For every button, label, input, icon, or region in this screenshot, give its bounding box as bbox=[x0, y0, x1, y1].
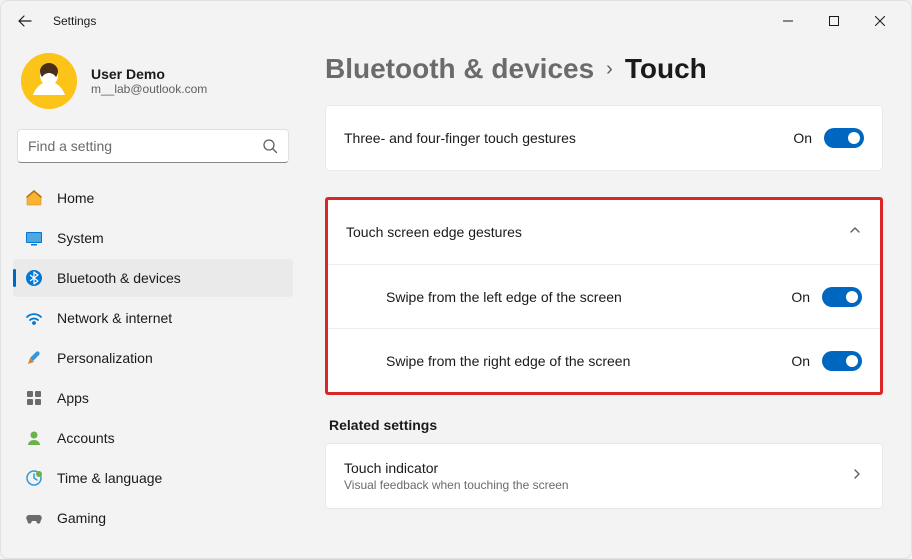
sidebar-item-bluetooth[interactable]: Bluetooth & devices bbox=[13, 259, 293, 297]
window-title: Settings bbox=[53, 14, 96, 28]
sidebar-item-accounts[interactable]: Accounts bbox=[13, 419, 293, 457]
sidebar-item-time[interactable]: Time & language bbox=[13, 459, 293, 497]
sidebar-item-system[interactable]: System bbox=[13, 219, 293, 257]
personalization-icon bbox=[25, 349, 43, 367]
toggle-status: On bbox=[791, 353, 810, 369]
breadcrumb-parent[interactable]: Bluetooth & devices bbox=[325, 53, 594, 85]
profile-name: User Demo bbox=[91, 66, 207, 82]
gestures-three-four-card: Three- and four-finger touch gestures On bbox=[325, 105, 883, 171]
time-icon bbox=[25, 469, 43, 487]
search-icon bbox=[262, 138, 278, 154]
maximize-icon bbox=[829, 16, 839, 26]
title-bar: Settings bbox=[1, 1, 911, 41]
page-title: Touch bbox=[625, 53, 707, 85]
related-settings-heading: Related settings bbox=[329, 417, 883, 433]
chevron-up-icon bbox=[848, 223, 862, 242]
toggle-status: On bbox=[793, 130, 812, 146]
setting-label: Touch indicator bbox=[344, 460, 850, 476]
sidebar-item-gaming[interactable]: Gaming bbox=[13, 499, 293, 537]
sidebar-item-label: Accounts bbox=[57, 430, 115, 446]
home-icon bbox=[25, 189, 43, 207]
gaming-icon bbox=[25, 509, 43, 527]
sidebar-item-label: Apps bbox=[57, 390, 89, 406]
toggle-status: On bbox=[791, 289, 810, 305]
sidebar-item-label: Home bbox=[57, 190, 94, 206]
close-button[interactable] bbox=[857, 5, 903, 37]
sidebar-item-label: Personalization bbox=[57, 350, 153, 366]
network-icon bbox=[25, 309, 43, 327]
profile-email: m__lab@outlook.com bbox=[91, 82, 207, 96]
sidebar-item-network[interactable]: Network & internet bbox=[13, 299, 293, 337]
highlighted-section: Touch screen edge gestures Swipe from th… bbox=[325, 197, 883, 395]
maximize-button[interactable] bbox=[811, 5, 857, 37]
window-controls bbox=[765, 5, 903, 37]
search-input[interactable] bbox=[28, 138, 262, 154]
bluetooth-icon bbox=[25, 269, 43, 287]
sidebar-item-label: Gaming bbox=[57, 510, 106, 526]
edge-gestures-header[interactable]: Touch screen edge gestures bbox=[328, 200, 880, 264]
sidebar: User Demo m__lab@outlook.com Home System… bbox=[1, 41, 305, 558]
sidebar-item-label: Network & internet bbox=[57, 310, 172, 326]
setting-sublabel: Visual feedback when touching the screen bbox=[344, 478, 850, 492]
sidebar-item-label: System bbox=[57, 230, 104, 246]
profile-block[interactable]: User Demo m__lab@outlook.com bbox=[13, 41, 293, 129]
sidebar-item-home[interactable]: Home bbox=[13, 179, 293, 217]
apps-icon bbox=[25, 389, 43, 407]
swipe-left-toggle[interactable] bbox=[822, 287, 862, 307]
setting-label: Swipe from the left edge of the screen bbox=[386, 289, 791, 305]
chevron-right-icon: › bbox=[606, 58, 613, 81]
close-icon bbox=[875, 16, 885, 26]
accounts-icon bbox=[25, 429, 43, 447]
swipe-right-toggle[interactable] bbox=[822, 351, 862, 371]
back-button[interactable] bbox=[9, 5, 41, 37]
sidebar-item-label: Time & language bbox=[57, 470, 162, 486]
chevron-right-icon bbox=[850, 467, 864, 486]
minimize-button[interactable] bbox=[765, 5, 811, 37]
main-content: Bluetooth & devices › Touch Three- and f… bbox=[305, 41, 911, 558]
setting-label: Three- and four-finger touch gestures bbox=[344, 130, 793, 146]
touch-indicator-card[interactable]: Touch indicator Visual feedback when tou… bbox=[325, 443, 883, 509]
minimize-icon bbox=[783, 16, 793, 26]
setting-label: Touch screen edge gestures bbox=[346, 224, 848, 240]
sidebar-item-personalization[interactable]: Personalization bbox=[13, 339, 293, 377]
breadcrumb: Bluetooth & devices › Touch bbox=[325, 53, 883, 85]
swipe-right-row: Swipe from the right edge of the screen … bbox=[328, 328, 880, 392]
avatar bbox=[21, 53, 77, 109]
sidebar-item-label: Bluetooth & devices bbox=[57, 270, 181, 286]
arrow-left-icon bbox=[17, 13, 33, 29]
swipe-left-row: Swipe from the left edge of the screen O… bbox=[328, 264, 880, 328]
search-box[interactable] bbox=[17, 129, 289, 163]
system-icon bbox=[25, 229, 43, 247]
sidebar-item-apps[interactable]: Apps bbox=[13, 379, 293, 417]
setting-label: Swipe from the right edge of the screen bbox=[386, 353, 791, 369]
gestures-three-four-toggle[interactable] bbox=[824, 128, 864, 148]
